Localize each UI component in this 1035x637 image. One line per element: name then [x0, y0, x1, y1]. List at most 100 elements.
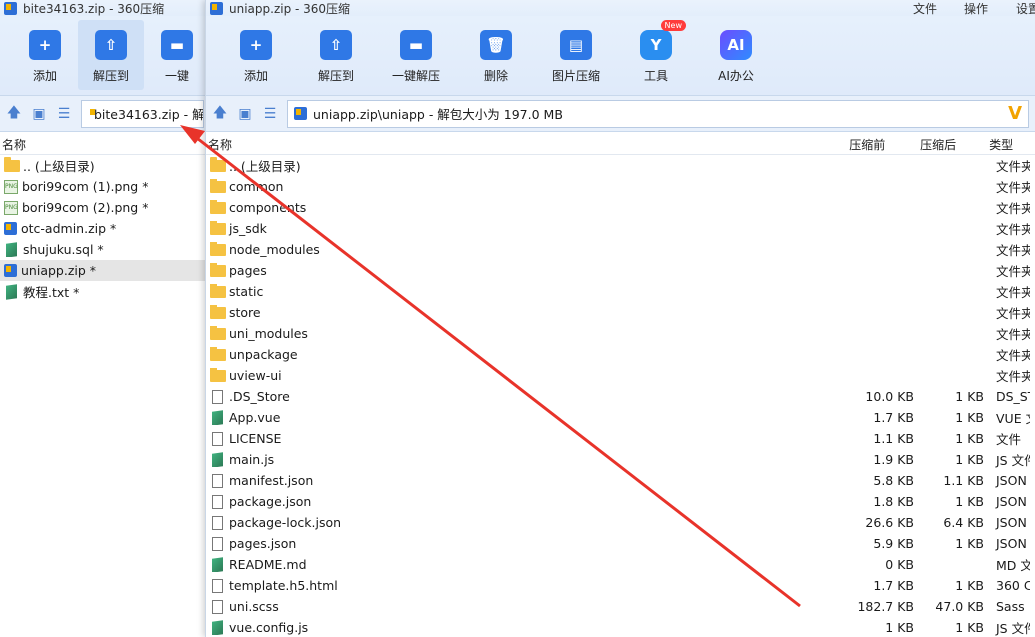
toolbar-button-one-click-extract[interactable]: ▬ 一键解压	[376, 20, 456, 90]
front-file-list: .. (上级目录) 文件夹 common 文件夹 components 文件夹 js_sdk…	[206, 155, 1035, 637]
vue-file-icon	[212, 410, 223, 425]
table-row[interactable]: LICENSE 1.1 KB 1 KB 文件	[206, 428, 1035, 449]
file-name: store	[229, 305, 261, 320]
size-after: 1 KB	[955, 410, 984, 425]
one-click-extract-icon: ▬	[400, 30, 432, 60]
menu-file[interactable]: 文件	[913, 0, 937, 16]
file-type: 文件夹	[996, 222, 1030, 237]
table-row[interactable]: store 文件夹	[206, 302, 1035, 323]
table-row[interactable]: uview-ui 文件夹	[206, 365, 1035, 386]
list-item[interactable]: PNG bori99com (2).png *	[0, 197, 210, 218]
file-name: components	[229, 200, 307, 215]
file-name: pages.json	[229, 536, 297, 551]
v-logo-icon[interactable]: V	[1008, 103, 1022, 124]
size-before: 1 KB	[885, 620, 914, 635]
one-click-extract-icon: ▬	[161, 30, 193, 60]
column-uncompressed-header[interactable]: 压缩后	[915, 136, 985, 153]
size-after: 1 KB	[955, 431, 984, 446]
file-type: JSON	[996, 473, 1027, 488]
table-row[interactable]: pages 文件夹	[206, 260, 1035, 281]
back-window: bite34163.zip - 360压缩 + 添加 ⇧ 解压到 ▬ 一键 🡅 ▣ ☰ b…	[0, 0, 210, 637]
front-path-text: uniapp.zip\uniapp - 解包大小为 197.0 MB	[313, 107, 563, 122]
size-before: 10.0 KB	[865, 389, 914, 404]
table-row[interactable]: static 文件夹	[206, 281, 1035, 302]
list-item[interactable]: otc-admin.zip *	[0, 218, 210, 239]
size-before: 26.6 KB	[865, 515, 914, 530]
folder-icon	[4, 156, 20, 172]
view-thumbnail-icon[interactable]: ▣	[237, 106, 253, 122]
list-item[interactable]: PNG bori99com (1).png *	[0, 176, 210, 197]
table-row[interactable]: template.h5.html 1.7 KB 1 KB 360 Ch	[206, 575, 1035, 596]
up-arrow-icon[interactable]: 🡅	[212, 105, 228, 122]
list-item[interactable]: 教程.txt *	[0, 281, 210, 302]
file-name: bori99com (2).png *	[22, 200, 149, 215]
table-row[interactable]: components 文件夹	[206, 197, 1035, 218]
view-list-icon[interactable]: ☰	[262, 106, 278, 122]
menu-settings[interactable]: 设置	[1016, 0, 1035, 16]
view-list-icon[interactable]: ☰	[56, 106, 72, 122]
file-name: .. (上级目录)	[23, 159, 95, 174]
file-type: 文件夹	[996, 264, 1030, 279]
size-before: 1.1 KB	[873, 431, 914, 446]
table-row[interactable]: manifest.json 5.8 KB 1.1 KB JSON	[206, 470, 1035, 491]
up-arrow-icon[interactable]: 🡅	[6, 105, 22, 122]
front-title-bar: uniapp.zip - 360压缩 文件 操作 设置	[206, 0, 1035, 16]
list-item[interactable]: uniapp.zip *	[0, 260, 210, 281]
file-icon	[212, 473, 223, 488]
toolbar-button-image-compress[interactable]: ▤ 图片压缩	[536, 20, 616, 90]
table-row[interactable]: README.md 0 KB MD 文件	[206, 554, 1035, 575]
table-row[interactable]: js_sdk 文件夹	[206, 218, 1035, 239]
column-compressed-header[interactable]: 压缩前	[845, 136, 915, 153]
toolbar-button-add[interactable]: + 添加	[12, 20, 78, 90]
table-row[interactable]: node_modules 文件夹	[206, 239, 1035, 260]
file-type: 文件夹	[996, 243, 1030, 258]
front-path-field[interactable]: uniapp.zip\uniapp - 解包大小为 197.0 MB V	[287, 99, 1029, 128]
table-row[interactable]: vue.config.js 1 KB 1 KB JS 文件	[206, 617, 1035, 637]
toolbar-button-label: 解压到	[92, 69, 129, 83]
file-icon	[212, 515, 223, 530]
list-item[interactable]: .. (上级目录)	[0, 155, 210, 176]
size-before: 1.9 KB	[873, 452, 914, 467]
toolbar-button-delete[interactable]: 🗑 删除	[456, 20, 536, 90]
table-row[interactable]: package.json 1.8 KB 1 KB JSON	[206, 491, 1035, 512]
back-path-text: bite34163.zip - 解	[94, 107, 204, 122]
table-row[interactable]: .DS_Store 10.0 KB 1 KB DS_STO	[206, 386, 1035, 407]
table-row[interactable]: package-lock.json 26.6 KB 6.4 KB JSON	[206, 512, 1035, 533]
png-file-icon: PNG	[4, 200, 18, 215]
toolbar-button-one-click-extract[interactable]: ▬ 一键	[144, 20, 210, 90]
table-row[interactable]: uni.scss 182.7 KB 47.0 KB Sass	[206, 596, 1035, 617]
size-before: 1.8 KB	[873, 494, 914, 509]
menu-operation[interactable]: 操作	[964, 0, 988, 16]
zip-file-icon	[4, 222, 17, 235]
toolbar-button-tools[interactable]: Y New 工具	[616, 20, 696, 90]
add-icon: +	[240, 30, 272, 60]
table-row[interactable]: uni_modules 文件夹	[206, 323, 1035, 344]
toolbar-button-add[interactable]: + 添加	[216, 20, 296, 90]
column-name-header[interactable]: 名称	[206, 136, 845, 153]
table-row[interactable]: common 文件夹	[206, 176, 1035, 197]
file-type: JSON	[996, 536, 1027, 551]
table-row[interactable]: .. (上级目录) 文件夹	[206, 155, 1035, 176]
back-path-field[interactable]: bite34163.zip - 解	[81, 99, 204, 128]
size-after: 1 KB	[955, 494, 984, 509]
column-name-header[interactable]: 名称	[0, 136, 26, 153]
file-type: 文件夹	[996, 285, 1030, 300]
table-row[interactable]: main.js 1.9 KB 1 KB JS 文件	[206, 449, 1035, 470]
table-row[interactable]: pages.json 5.9 KB 1 KB JSON	[206, 533, 1035, 554]
folder-icon	[210, 242, 226, 256]
file-type: 文件夹	[996, 348, 1030, 363]
list-item[interactable]: shujuku.sql *	[0, 239, 210, 260]
column-type-header[interactable]: 类型	[985, 136, 1035, 153]
view-thumbnail-icon[interactable]: ▣	[31, 106, 47, 122]
table-row[interactable]: App.vue 1.7 KB 1 KB VUE 文	[206, 407, 1035, 428]
folder-icon	[210, 179, 226, 193]
table-row[interactable]: unpackage 文件夹	[206, 344, 1035, 365]
toolbar-button-extract-to[interactable]: ⇧ 解压到	[296, 20, 376, 90]
toolbar-button-ai-office[interactable]: AI AI办公	[696, 20, 776, 90]
file-icon	[212, 536, 223, 551]
toolbar-button-extract-to[interactable]: ⇧ 解压到	[78, 20, 144, 90]
toolbar-button-label: 工具	[643, 69, 668, 83]
zip-app-icon	[4, 1, 17, 15]
file-name: bori99com (1).png *	[22, 179, 149, 194]
zip-file-icon	[4, 264, 17, 277]
